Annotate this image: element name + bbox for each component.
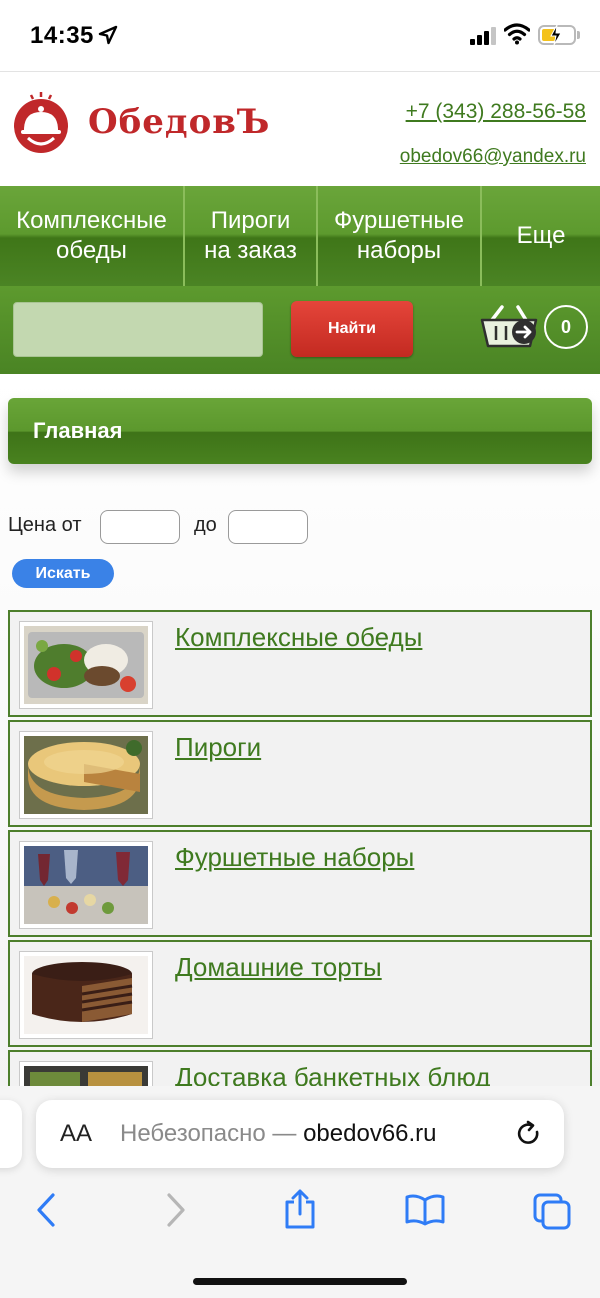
- breadcrumb: Главная: [8, 398, 592, 464]
- price-to-input[interactable]: [228, 510, 308, 544]
- logo-wordmark[interactable]: ОбедовЪ: [88, 102, 270, 142]
- breadcrumb-home[interactable]: Главная: [33, 418, 122, 444]
- category-title[interactable]: Домашние торты: [175, 952, 382, 983]
- nav-item-complex-lunches[interactable]: Комплексные обеды: [0, 186, 185, 286]
- search-input[interactable]: [13, 302, 263, 357]
- buffet-canapes-photo[interactable]: [19, 841, 153, 929]
- cart-count-badge[interactable]: 0: [544, 305, 588, 349]
- content-area: Главная Цена от до Искать Комплексные об…: [0, 374, 600, 1157]
- location-arrow-icon: [98, 25, 118, 45]
- home-indicator[interactable]: [193, 1278, 407, 1285]
- insecure-label: Небезопасно —: [120, 1120, 297, 1147]
- basket-icon[interactable]: [478, 302, 540, 352]
- battery-cap: [577, 31, 580, 39]
- tabs-icon[interactable]: [532, 1192, 572, 1230]
- share-icon[interactable]: [282, 1188, 318, 1230]
- main-navigation: Комплексные обеды Пироги на заказ Фуршетны…: [0, 186, 600, 286]
- category-title[interactable]: Пироги: [175, 732, 261, 763]
- price-to-label: до: [194, 514, 217, 536]
- nav-item-pies[interactable]: Пироги на заказ: [185, 186, 318, 286]
- browser-toolbar: AA Небезопасно — obedov66.ru: [0, 1086, 600, 1298]
- search-button[interactable]: Найти: [291, 301, 413, 357]
- aa-label: AA: [60, 1120, 93, 1147]
- nav-label: Фуршетные: [334, 207, 464, 234]
- cellular-signal-icon: [470, 27, 496, 45]
- email-link[interactable]: obedov66@yandex.ru: [400, 146, 586, 168]
- previous-tab-edge[interactable]: [0, 1100, 22, 1168]
- category-item-pies[interactable]: Пироги: [8, 720, 592, 827]
- nav-label: Пироги: [210, 207, 291, 234]
- address-text[interactable]: Небезопасно — obedov66.ru: [120, 1120, 437, 1148]
- phone-link[interactable]: +7 (343) 288-56-58: [406, 100, 586, 124]
- price-filter: Цена от до: [8, 510, 408, 546]
- nav-label: Комплексные: [16, 207, 167, 234]
- site-header: ОбедовЪ +7 (343) 288-56-58 obedov66@yand…: [0, 72, 600, 186]
- back-icon[interactable]: [34, 1192, 58, 1228]
- address-bar[interactable]: AA Небезопасно — obedov66.ru: [36, 1100, 564, 1168]
- price-from-label: Цена от: [8, 514, 82, 536]
- nav-item-more[interactable]: Еще: [482, 186, 600, 286]
- category-item-buffet-sets[interactable]: Фуршетные наборы: [8, 830, 592, 937]
- filter-search-button[interactable]: Искать: [12, 559, 114, 588]
- category-title[interactable]: Комплексные обеды: [175, 622, 422, 653]
- reader-aa-button[interactable]: AA: [60, 1120, 92, 1148]
- cloche-logo-icon[interactable]: [12, 90, 70, 160]
- bookmarks-icon[interactable]: [404, 1194, 446, 1226]
- lunch-box-photo[interactable]: [19, 621, 153, 709]
- category-item-homemade-cakes[interactable]: Домашние торты: [8, 940, 592, 1047]
- pie-photo[interactable]: [19, 731, 153, 819]
- reload-icon[interactable]: [514, 1119, 544, 1149]
- nav-label: обеды: [56, 237, 127, 264]
- status-time: 14:35: [30, 22, 94, 49]
- price-from-input[interactable]: [100, 510, 180, 544]
- search-band: Найти 0: [0, 286, 600, 374]
- forward-icon[interactable]: [164, 1192, 188, 1228]
- nav-label: наборы: [356, 237, 442, 264]
- nav-item-buffet-sets[interactable]: Фуршетные наборы: [318, 186, 482, 286]
- wifi-icon: [504, 23, 530, 45]
- category-title[interactable]: Фуршетные наборы: [175, 842, 414, 873]
- nav-label: Еще: [516, 222, 566, 249]
- charging-bolt-icon: [550, 24, 562, 46]
- status-bar: 14:35: [0, 0, 600, 72]
- category-item-complex-lunches[interactable]: Комплексные обеды: [8, 610, 592, 717]
- nav-label: на заказ: [204, 237, 297, 264]
- address-domain: obedov66.ru: [303, 1120, 437, 1147]
- chocolate-cake-photo[interactable]: [19, 951, 153, 1039]
